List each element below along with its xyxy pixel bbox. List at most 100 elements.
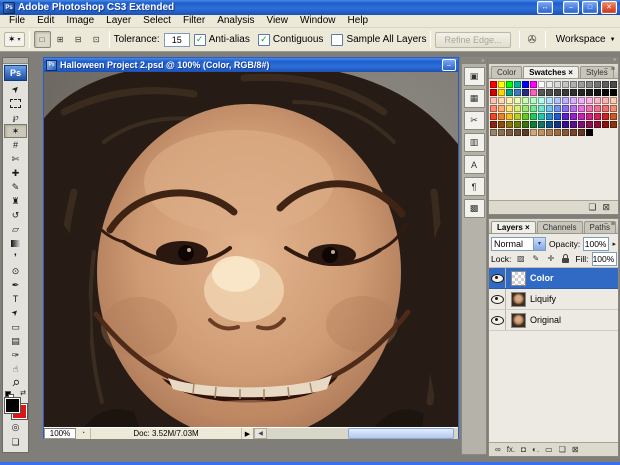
zoom-tool[interactable]: ⚲ bbox=[4, 376, 27, 390]
color-swatch[interactable] bbox=[554, 97, 561, 104]
color-swatch[interactable] bbox=[546, 89, 553, 96]
color-swatch[interactable] bbox=[554, 121, 561, 128]
checkbox-icon[interactable]: ✓ bbox=[193, 33, 206, 46]
panel-minimize-icon[interactable]: − bbox=[604, 66, 608, 73]
foreground-color-swatch[interactable] bbox=[4, 397, 21, 414]
type-tool[interactable]: T bbox=[4, 292, 27, 306]
color-swatch[interactable] bbox=[586, 113, 593, 120]
color-swatch[interactable] bbox=[490, 105, 497, 112]
panel-tab[interactable]: Color bbox=[491, 66, 523, 78]
color-swatch[interactable] bbox=[538, 105, 545, 112]
new-swatch-icon[interactable]: ❏ bbox=[588, 202, 596, 213]
color-swatch[interactable] bbox=[490, 81, 497, 88]
color-swatch[interactable] bbox=[514, 129, 521, 136]
color-swatch[interactable] bbox=[562, 129, 569, 136]
color-swatch[interactable] bbox=[514, 89, 521, 96]
color-swatch[interactable] bbox=[562, 105, 569, 112]
color-swatch[interactable] bbox=[546, 81, 553, 88]
color-swatch[interactable] bbox=[530, 121, 537, 128]
opacity-field[interactable]: 100% bbox=[583, 236, 610, 251]
eraser-tool[interactable]: ▱ bbox=[4, 222, 27, 236]
color-swatch[interactable] bbox=[610, 89, 617, 96]
visibility-cell[interactable] bbox=[489, 310, 506, 330]
visibility-cell[interactable] bbox=[489, 289, 506, 309]
menu-item[interactable]: Filter bbox=[177, 15, 211, 27]
color-swatch[interactable] bbox=[514, 105, 521, 112]
color-swatch[interactable] bbox=[498, 81, 505, 88]
swap-colors-icon[interactable]: ⇄ bbox=[20, 389, 26, 397]
color-swatch[interactable] bbox=[570, 81, 577, 88]
checkbox-icon[interactable]: ✓ bbox=[257, 33, 270, 46]
lock-position-icon[interactable]: ✛ bbox=[544, 252, 557, 265]
color-swatch[interactable] bbox=[506, 129, 513, 136]
quick-mask-button[interactable]: ◎ bbox=[4, 421, 27, 434]
color-swatch[interactable] bbox=[562, 81, 569, 88]
color-swatch[interactable] bbox=[514, 121, 521, 128]
tool-preset-picker[interactable]: ✶ ▾ bbox=[4, 32, 25, 47]
color-swatch[interactable] bbox=[602, 121, 609, 128]
color-swatch[interactable] bbox=[562, 97, 569, 104]
color-swatch[interactable] bbox=[554, 129, 561, 136]
eye-icon[interactable] bbox=[490, 294, 504, 304]
adjustment-layer-icon[interactable]: ◐. bbox=[532, 445, 539, 454]
layer-row[interactable]: Original bbox=[489, 310, 618, 331]
color-swatch[interactable] bbox=[490, 89, 497, 96]
color-swatch[interactable] bbox=[522, 113, 529, 120]
color-swatch[interactable] bbox=[562, 113, 569, 120]
color-swatch[interactable] bbox=[530, 105, 537, 112]
menu-item[interactable]: Select bbox=[137, 15, 177, 27]
color-swatch[interactable] bbox=[490, 129, 497, 136]
color-swatch[interactable] bbox=[546, 121, 553, 128]
pen-tool[interactable]: ✒ bbox=[4, 278, 27, 292]
color-swatch[interactable] bbox=[506, 113, 513, 120]
color-swatch[interactable] bbox=[586, 97, 593, 104]
layer-row[interactable]: Color bbox=[489, 268, 618, 289]
shape-tool[interactable]: ▭ bbox=[4, 320, 27, 334]
color-swatch[interactable] bbox=[554, 113, 561, 120]
paragraph-icon[interactable]: ¶ bbox=[463, 177, 485, 196]
lock-pixels-icon[interactable]: ✎ bbox=[529, 252, 542, 265]
menu-item[interactable]: Analysis bbox=[211, 15, 260, 27]
healing-brush-tool[interactable]: ✚ bbox=[4, 166, 27, 180]
crop-tool[interactable]: # bbox=[4, 138, 27, 152]
panel-minimize-icon[interactable]: − bbox=[604, 221, 608, 228]
color-swatch[interactable] bbox=[562, 89, 569, 96]
lasso-tool[interactable]: ℘ bbox=[4, 110, 27, 124]
color-swatch[interactable] bbox=[554, 81, 561, 88]
clone-stamp-tool[interactable]: ♜ bbox=[4, 194, 27, 208]
panel-tab[interactable]: Layers × bbox=[491, 221, 536, 233]
document-minimize-button[interactable]: – bbox=[442, 59, 456, 71]
color-swatch[interactable] bbox=[610, 121, 617, 128]
color-swatch[interactable] bbox=[522, 89, 529, 96]
blend-mode-select[interactable]: Normal ▾ bbox=[491, 236, 547, 251]
history-icon[interactable]: ▣ bbox=[463, 67, 485, 86]
color-swatch[interactable] bbox=[578, 129, 585, 136]
color-swatch[interactable] bbox=[594, 113, 601, 120]
color-swatch[interactable] bbox=[602, 105, 609, 112]
screen-mode-button[interactable]: ❏ bbox=[4, 436, 27, 449]
color-swatch[interactable] bbox=[498, 129, 505, 136]
selection-mode-button[interactable]: ⊟ bbox=[70, 31, 87, 48]
opacity-spinner-icon[interactable]: ▸ bbox=[612, 240, 616, 248]
layer-mask-icon[interactable]: ◘ bbox=[521, 445, 526, 454]
color-swatch[interactable] bbox=[578, 81, 585, 88]
color-swatch[interactable] bbox=[578, 113, 585, 120]
layer-row[interactable]: Liquify bbox=[489, 289, 618, 310]
character-icon[interactable]: A bbox=[463, 155, 485, 174]
color-swatch[interactable] bbox=[522, 129, 529, 136]
clone-source-icon[interactable]: ▩ bbox=[463, 199, 485, 218]
eye-icon[interactable] bbox=[490, 273, 504, 283]
restore-button[interactable]: □ bbox=[582, 1, 598, 14]
menu-item[interactable]: Window bbox=[294, 15, 342, 27]
color-swatch[interactable] bbox=[498, 97, 505, 104]
delete-layer-icon[interactable]: ⊠ bbox=[572, 445, 579, 454]
gradient-tool[interactable] bbox=[4, 236, 27, 250]
color-swatch[interactable] bbox=[522, 81, 529, 88]
color-swatch[interactable] bbox=[506, 121, 513, 128]
lock-all-icon[interactable] bbox=[559, 252, 572, 265]
selection-mode-button[interactable]: □ bbox=[33, 31, 51, 48]
panel-tab[interactable]: Channels bbox=[536, 221, 583, 233]
color-swatch[interactable] bbox=[610, 81, 617, 88]
color-swatch[interactable] bbox=[570, 113, 577, 120]
color-swatch[interactable] bbox=[594, 81, 601, 88]
